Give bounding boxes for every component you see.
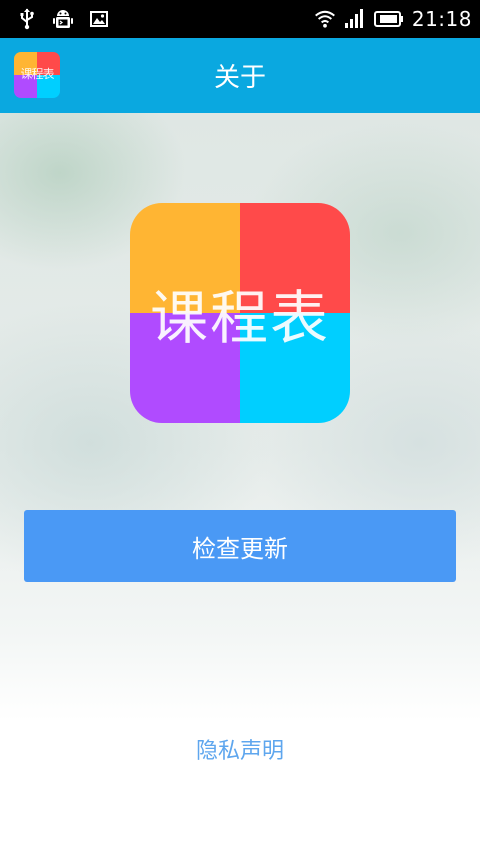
image-notification-icon (88, 8, 110, 30)
usb-icon (16, 8, 38, 30)
app-bar: 课程表 关于 (0, 38, 480, 113)
status-notifications (0, 8, 110, 30)
android-debug-icon (52, 8, 74, 30)
status-time: 21:18 (411, 7, 472, 31)
wifi-icon (314, 8, 336, 30)
check-update-button[interactable]: 检查更新 (24, 510, 456, 582)
status-system-area: 21:18 (314, 0, 472, 38)
app-logo-large: 课程表 (130, 203, 350, 423)
page-title: 关于 (213, 63, 266, 93)
privacy-statement-link[interactable]: 隐私声明 (0, 733, 480, 769)
status-bar: 21:18 (0, 0, 480, 38)
battery-icon (373, 8, 404, 30)
app-logo-text: 课程表 (149, 284, 330, 352)
signal-icon (344, 8, 366, 30)
